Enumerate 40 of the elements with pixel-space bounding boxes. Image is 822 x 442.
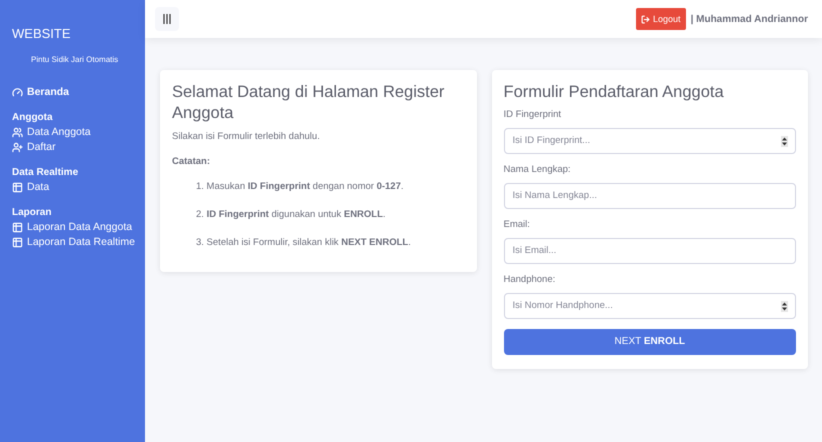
users-icon [12,126,23,138]
brand-subtitle: Pintu Sidik Jari Otomatis [31,55,120,64]
menu-icon [163,14,171,24]
sidebar-item[interactable]: Beranda [12,86,145,98]
table-icon [12,222,23,232]
field-label: Nama Lengkap: [504,164,572,175]
field-label: ID Fingerprint [504,108,562,120]
sidebar-heading: Laporan [12,207,52,218]
next-enroll-button[interactable]: NEXT ENROLL [504,328,796,355]
intro-text: Silakan isi Formulir terlebih dahulu. [172,131,321,142]
sidebar-item[interactable]: Data [12,181,145,193]
spinner-icon[interactable] [781,300,788,312]
field-label: Email: [504,218,531,230]
input-field[interactable]: Isi Email... [504,238,796,264]
user-name: | Muhammad Andriannor [690,14,808,24]
sidebar-item[interactable]: Daftar [12,141,145,153]
note-text: 2. ID Fingerprint digunakan untuk ENROLL. [196,209,387,220]
note-text: 3. Setelah isi Formulir, silakan klik NEXT ENROLL. [196,237,412,248]
menu-button[interactable] [155,7,179,31]
spinner-icon[interactable] [781,136,788,147]
note-text: 1. Masukan ID Fingerprint dengan nomor 0-127. [196,181,405,192]
brand-title: WEBSITE [12,26,72,41]
field-label: Handphone: [504,274,556,285]
sidebar-item[interactable]: Laporan Data Realtime [12,236,145,248]
user-add-icon [12,142,23,152]
input-field[interactable]: Isi Nama Lengkap... [504,182,796,209]
sidebar-heading: Data Realtime [12,167,80,178]
table-icon [12,236,23,248]
sidebar-item[interactable]: Laporan Data Anggota [12,221,145,233]
logout-button[interactable]: Logout [636,8,686,30]
gauge-icon [12,86,23,98]
sidebar-heading: Anggota [12,112,54,123]
card-title: Selamat Datang di Halaman Register Anggota [172,82,446,124]
notes-heading: Catatan: [172,156,212,168]
card-title: Formulir Pendaftaran Anggota [504,82,725,103]
input-field[interactable]: Isi ID Fingerprint... [504,128,796,154]
table-icon [12,182,23,192]
sidebar-item[interactable]: Data Anggota [12,126,145,138]
input-field[interactable]: Isi Nomor Handphone... [504,292,796,319]
logout-icon [641,14,650,24]
